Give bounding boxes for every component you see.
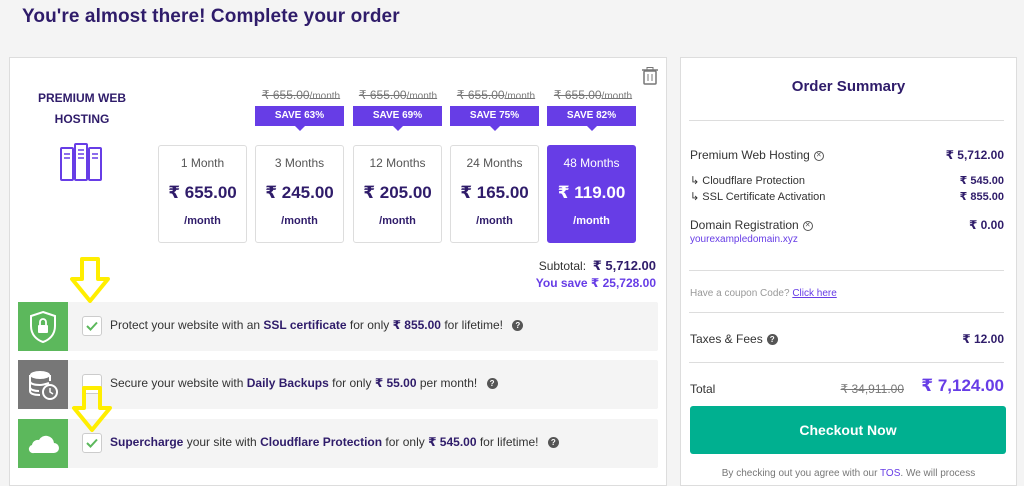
addon-cloudflare-text: Supercharge your site with Cloudflare Pr… <box>110 435 559 449</box>
plan-option-3-months[interactable]: 3 Months ₹ 245.00 /month <box>255 145 344 243</box>
summary-taxes-row: Taxes & Fees? ₹ 12.00 <box>690 332 1004 346</box>
addon-ssl-text: Protect your website with an SSL certifi… <box>110 318 524 332</box>
old-price: ₹ 655.00/month <box>358 88 438 102</box>
old-price: ₹ 655.00/month <box>456 88 536 102</box>
plan-option-12-months[interactable]: 12 Months ₹ 205.00 /month <box>353 145 442 243</box>
remove-icon[interactable]: ✕ <box>802 220 813 231</box>
plan-option-1-month[interactable]: 1 Month ₹ 655.00 /month <box>158 145 247 243</box>
tos-link[interactable]: TOS <box>880 468 900 479</box>
summary-ssl-row: ↳ SSL Certificate Activation ₹ 855.00 <box>690 191 1004 203</box>
divider <box>689 120 1004 121</box>
addon-backups: Secure your website with Daily Backups f… <box>18 360 658 409</box>
summary-cloudflare-row: ↳ Cloudflare Protection ₹ 545.00 <box>690 175 1004 187</box>
total-label: Total <box>690 382 716 396</box>
checkout-button[interactable]: Checkout Now <box>690 406 1006 454</box>
divider <box>689 270 1004 271</box>
addon-cloudflare: Supercharge your site with Cloudflare Pr… <box>18 419 658 468</box>
plan-price: ₹ 655.00 <box>168 183 237 202</box>
plan-term: 48 Months <box>563 156 620 170</box>
save-badge: SAVE 69% <box>353 106 442 131</box>
plan-term: 12 Months <box>369 156 426 170</box>
plan-price: ₹ 165.00 <box>460 183 529 202</box>
ssl-lock-icon <box>18 302 68 351</box>
plan-term: 24 Months <box>466 156 523 170</box>
divider <box>689 312 1004 313</box>
arrow-down-icon <box>72 386 112 432</box>
plan-option-48-months[interactable]: 48 Months ₹ 119.00 /month <box>547 145 636 243</box>
order-summary-panel: Order Summary Premium Web Hosting ✕ ₹ 5,7… <box>680 57 1017 486</box>
total-price: ₹ 7,124.00 <box>921 376 1004 395</box>
plan-per: /month <box>379 215 416 227</box>
subtotal: Subtotal: ₹ 5,712.00 <box>538 258 656 273</box>
save-badge: SAVE 63% <box>255 106 344 131</box>
cloudflare-cloud-icon <box>18 419 68 468</box>
tos-notice: By checking out you agree with our TOS. … <box>721 468 976 479</box>
plan-per: /month <box>476 215 513 227</box>
addon-backups-text: Secure your website with Daily Backups f… <box>110 376 498 390</box>
summary-domain-row: Domain Registration ✕ ₹ 0.00 <box>690 218 1004 232</box>
arrow-down-icon <box>70 257 110 303</box>
help-icon[interactable]: ? <box>766 334 778 346</box>
save-badge: SAVE 82% <box>547 106 636 131</box>
coupon-prompt: Have a coupon Code? Click here <box>690 288 837 299</box>
plan-price: ₹ 119.00 <box>557 183 626 202</box>
coupon-link[interactable]: Click here <box>792 288 836 299</box>
total-old-price: ₹ 34,911.00 <box>840 382 904 396</box>
product-name: PREMIUM WEB HOSTING <box>38 91 126 126</box>
summary-hosting-row: Premium Web Hosting ✕ ₹ 5,712.00 <box>690 148 1004 162</box>
plan-per: /month <box>184 215 221 227</box>
trash-icon[interactable] <box>642 67 658 85</box>
plan-option-24-months[interactable]: 24 Months ₹ 165.00 /month <box>450 145 539 243</box>
plan-term: 1 Month <box>180 156 225 170</box>
remove-icon[interactable]: ✕ <box>813 150 824 161</box>
old-price: ₹ 655.00/month <box>553 88 633 102</box>
help-icon[interactable]: ? <box>486 378 498 390</box>
ssl-checkbox[interactable] <box>82 316 102 336</box>
domain-name: yourexampledomain.xyz <box>690 234 798 245</box>
page-title: You're almost there! Complete your order <box>22 6 400 27</box>
addon-ssl: Protect your website with an SSL certifi… <box>18 302 658 351</box>
plan-price: ₹ 205.00 <box>363 183 432 202</box>
help-icon[interactable]: ? <box>547 437 559 449</box>
plan-price: ₹ 245.00 <box>265 183 334 202</box>
cloudflare-checkbox[interactable] <box>82 433 102 453</box>
backup-database-icon <box>18 360 68 409</box>
plan-term: 3 Months <box>274 156 325 170</box>
you-save: You save ₹ 25,728.00 <box>535 276 656 290</box>
divider <box>689 362 1004 363</box>
help-icon[interactable]: ? <box>512 320 524 332</box>
save-badge: SAVE 75% <box>450 106 539 131</box>
plan-per: /month <box>573 215 610 227</box>
plan-per: /month <box>281 215 318 227</box>
server-icon <box>60 143 102 181</box>
order-summary-title: Order Summary <box>791 78 906 95</box>
old-price: ₹ 655.00/month <box>261 88 341 102</box>
